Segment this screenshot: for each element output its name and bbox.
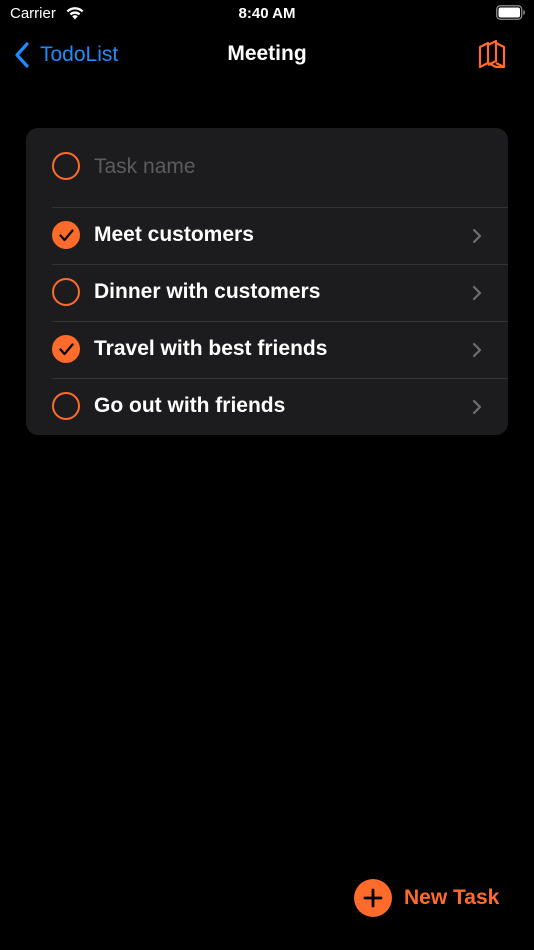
task-row[interactable]: Meet customers [26, 207, 508, 264]
new-task-input-row [26, 128, 508, 207]
page-title: Meeting [227, 42, 307, 65]
task-row[interactable]: Travel with best friends [26, 321, 508, 378]
status-time: 8:40 AM [238, 5, 296, 22]
row-divider [52, 321, 508, 322]
new-task-button[interactable]: New Task [354, 879, 499, 917]
new-task-label: New Task [404, 886, 500, 909]
task-row[interactable]: Dinner with customers [26, 264, 508, 321]
row-divider [52, 207, 508, 208]
checkmark-circle-icon[interactable] [52, 221, 80, 249]
chevron-right-icon [472, 342, 482, 358]
stacked-cards-icon[interactable] [476, 39, 508, 71]
task-name-input[interactable] [94, 152, 474, 182]
task-list-card: Meet customers Dinner with customers Tra… [26, 128, 508, 435]
navigation-bar: TodoList Meeting [0, 30, 534, 80]
chevron-right-icon [472, 399, 482, 415]
status-bar: Carrier 8:40 AM [0, 0, 534, 30]
chevron-right-icon [472, 228, 482, 244]
task-row[interactable]: Go out with friends [26, 378, 508, 435]
empty-circle-icon[interactable] [52, 278, 80, 306]
row-divider [52, 378, 508, 379]
task-label: Travel with best friends [94, 337, 328, 360]
checkmark-circle-icon[interactable] [52, 335, 80, 363]
task-label: Dinner with customers [94, 280, 321, 303]
chevron-right-icon [472, 285, 482, 301]
empty-circle-icon[interactable] [52, 392, 80, 420]
battery-icon [496, 5, 525, 20]
plus-circle-icon [354, 879, 392, 917]
row-divider [52, 264, 508, 265]
task-label: Meet customers [94, 223, 254, 246]
task-input-circle-icon [52, 152, 80, 180]
task-label: Go out with friends [94, 394, 286, 417]
